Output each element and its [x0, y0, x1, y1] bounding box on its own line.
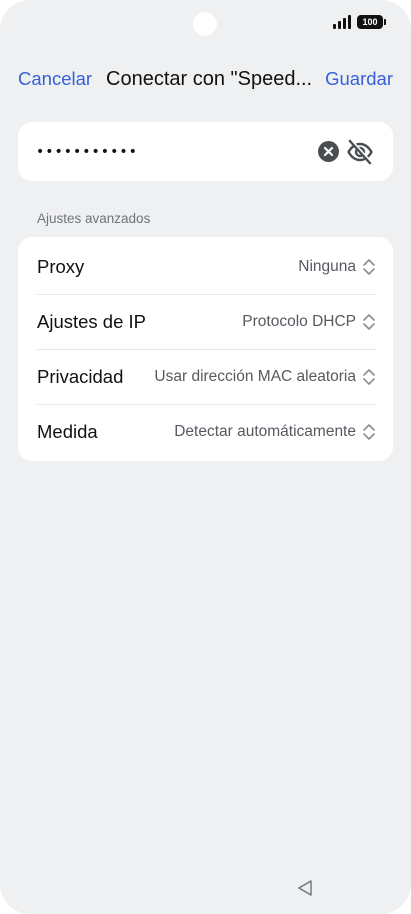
password-card [18, 122, 393, 181]
chevron-up-down-icon [363, 313, 375, 330]
camera-cutout [193, 12, 217, 36]
row-proxy[interactable]: Proxy Ninguna [18, 239, 393, 294]
back-icon[interactable] [296, 878, 314, 898]
row-label: Privacidad [37, 365, 124, 387]
chevron-up-down-icon [363, 368, 375, 385]
save-button[interactable]: Guardar [325, 68, 393, 90]
visibility-off-icon[interactable] [346, 138, 374, 166]
row-ip-settings[interactable]: Ajustes de IP Protocolo DHCP [18, 294, 393, 349]
header: Cancelar Conectar con "Speed... Guardar [0, 58, 411, 98]
row-value: Protocolo DHCP [242, 312, 356, 330]
page-title: Conectar con "Speed... [106, 68, 313, 90]
status-bar: 100 [333, 15, 386, 29]
battery-level: 100 [362, 17, 378, 27]
section-label: Ajustes avanzados [37, 211, 151, 226]
row-label: Ajustes de IP [37, 310, 147, 332]
row-label: Medida [37, 420, 98, 442]
row-metered[interactable]: Medida Detectar automáticamente [18, 404, 393, 459]
signal-icon [333, 15, 351, 29]
clear-icon[interactable] [318, 141, 339, 162]
chevron-up-down-icon [363, 258, 375, 275]
row-value: Usar dirección MAC aleatoria [154, 367, 356, 385]
row-value: Detectar automáticamente [174, 422, 356, 440]
battery-icon: 100 [357, 15, 386, 29]
row-privacy[interactable]: Privacidad Usar dirección MAC aleatoria [18, 349, 393, 404]
cancel-button[interactable]: Cancelar [18, 68, 92, 90]
row-label: Proxy [37, 255, 85, 277]
advanced-settings-card: Proxy Ninguna Ajustes de IP Protocolo DH… [18, 237, 393, 461]
row-value: Ninguna [298, 257, 356, 275]
screen: 100 Cancelar Conectar con "Speed... Guar… [0, 0, 411, 914]
password-field[interactable] [36, 140, 266, 164]
chevron-up-down-icon [363, 423, 375, 440]
